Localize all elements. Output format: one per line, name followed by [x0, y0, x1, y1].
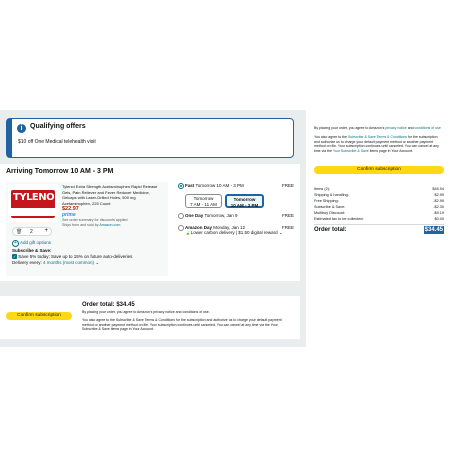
tylenol-box-icon: TYLENOL	[11, 190, 61, 218]
subscribe-terms-link[interactable]: Subscribe & Save Terms & Conditions	[348, 135, 407, 139]
arrival-heading: Arriving Tomorrow 10 AM - 3 PM	[6, 168, 114, 175]
one-day-price: FREE	[281, 213, 294, 218]
delivery-options: Fast Tomorrow 10 AM - 3 PM FREE Tomorrow…	[178, 182, 294, 240]
add-gift-link[interactable]: Add gift options	[20, 240, 51, 245]
quantity-stepper[interactable]: 🗑 2 +	[12, 227, 52, 236]
product-block: TYLENOL Tylenol Extra Strength Acetamino…	[6, 182, 168, 276]
subscribe-save-section: Subscribe & Save: ✓ Save 5% today; Save …	[12, 248, 132, 266]
subscribe-save-text: Save 5% today; Save up to 15% on future …	[18, 254, 133, 259]
qualifying-offers-banner: i Qualifying offers $10 off One Medical …	[6, 118, 294, 158]
privacy-notice-link[interactable]: privacy notice	[385, 126, 406, 130]
one-day-label: One Day	[185, 213, 204, 218]
bottom-confirm-bar: Confirm subscription Order total: $34.45…	[0, 296, 300, 339]
fast-time: Tomorrow 10 AM - 3 PM	[195, 183, 244, 188]
order-summary-panel: By placing your order, you agree to Amaz…	[306, 110, 450, 347]
confirm-subscription-button[interactable]: Confirm subscription	[314, 166, 444, 174]
radio-one-day[interactable]	[178, 213, 184, 219]
ships-from: Ships from and sold by Amazon.com	[62, 222, 121, 227]
amazon-day-sub: Lower carbon delivery | $1.50 digital re…	[190, 230, 278, 235]
fast-price: FREE	[281, 183, 294, 188]
option-one-day[interactable]: One Day Tomorrow, Jan 9 FREE	[178, 212, 294, 224]
delivery-frequency-select[interactable]: 4 months (most common)	[43, 260, 94, 265]
plus-icon[interactable]: +	[44, 228, 48, 234]
slot-7am-11am[interactable]: Tomorrow 7 AM - 11 AM	[185, 194, 222, 208]
order-summary: Items (2): $45.94 Shipping & handling: $2.…	[314, 186, 444, 235]
delivery-every-label: Delivery every:	[12, 260, 42, 265]
radio-amazon-day[interactable]	[178, 225, 184, 231]
bottom-legal-1: By placing your order, you agree to Amaz…	[82, 310, 210, 314]
qualifying-title: Qualifying offers	[30, 123, 86, 130]
quantity-value: 2	[30, 229, 33, 235]
slot-10am-3pm[interactable]: Tomorrow 10 AM - 3 PM	[225, 194, 264, 208]
option-fast[interactable]: Fast Tomorrow 10 AM - 3 PM FREE	[178, 182, 294, 194]
amazon-day-price: FREE	[281, 225, 294, 230]
shipment-card: Arriving Tomorrow 10 AM - 3 PM TYLENOL T…	[0, 164, 300, 281]
confirm-subscription-button-bottom[interactable]: Confirm subscription	[6, 312, 72, 320]
seller-link[interactable]: Amazon.com	[99, 223, 120, 227]
info-icon: i	[17, 124, 26, 133]
order-total-label: Order total:	[314, 227, 347, 233]
chevron-down-icon[interactable]: ⌄	[95, 260, 99, 265]
order-total: Order total: $34.45	[314, 224, 444, 235]
summary-row: Estimated tax to be collected: $0.00	[314, 217, 444, 221]
radio-fast[interactable]	[178, 183, 184, 189]
order-total-value: $34.45	[423, 226, 444, 234]
qualifying-offer: $10 off One Medical telehealth visit	[18, 139, 96, 145]
time-slots: Tomorrow 7 AM - 11 AM Tomorrow 10 AM - 3 P…	[178, 194, 294, 212]
product-image[interactable]: TYLENOL	[8, 184, 61, 222]
bottom-legal-2: You also agree to the Subscribe & Save T…	[82, 318, 282, 331]
product-info: Tylenol Extra Strength Acetaminophen Rap…	[62, 184, 164, 227]
add-gift-options[interactable]: + Add gift options	[12, 240, 51, 247]
option-amazon-day[interactable]: Amazon Day Monday, Jan 12 🍃Lower carbon d…	[178, 224, 294, 240]
chevron-down-icon[interactable]: ⌄	[279, 230, 283, 235]
trash-icon[interactable]: 🗑	[16, 229, 22, 235]
product-name[interactable]: Tylenol Extra Strength Acetaminophen Rap…	[62, 184, 164, 206]
conditions-link[interactable]: conditions of use	[415, 126, 441, 130]
subscribe-checkbox[interactable]: ✓	[12, 254, 17, 260]
subscribe-save-items-link[interactable]: Your Subscribe & Save	[333, 149, 369, 153]
brand-logo: TYLENOL	[13, 192, 61, 203]
plus-circle-icon: +	[12, 240, 19, 247]
fast-label: Fast	[185, 183, 195, 188]
bottom-order-total: Order total: $34.45	[82, 302, 135, 308]
summary-legal: By placing your order, you agree to Amaz…	[314, 126, 441, 153]
